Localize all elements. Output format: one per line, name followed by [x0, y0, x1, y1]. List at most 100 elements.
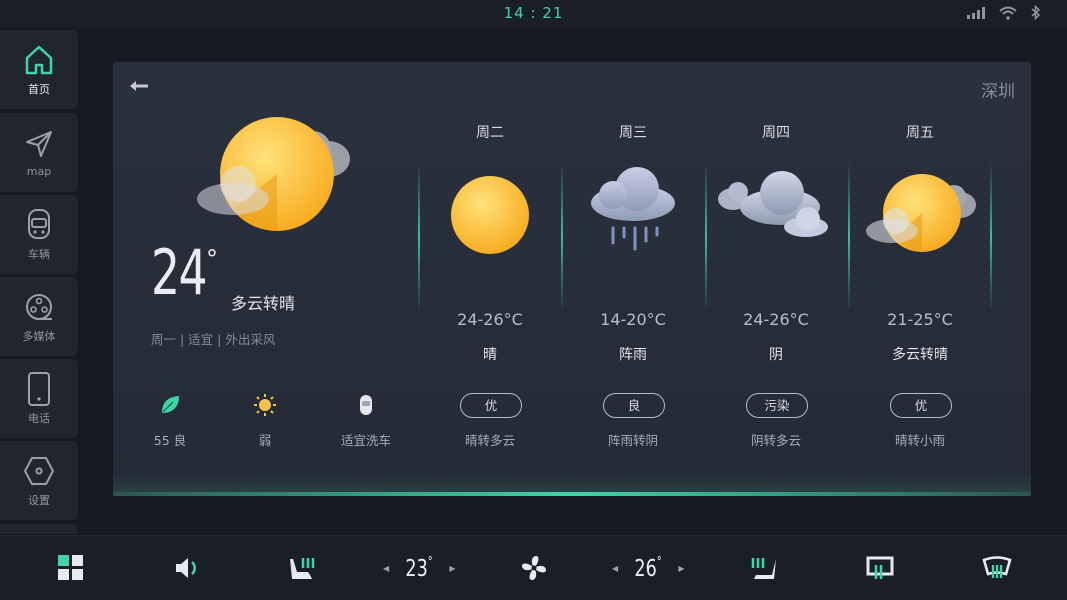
- today-tip: 周一 | 适宜 | 外出采风: [151, 332, 276, 347]
- forecast-condition: 阵雨: [619, 347, 647, 363]
- sidebar-item-label: 首页: [28, 82, 50, 96]
- left-temp-down[interactable]: ◀: [383, 564, 389, 573]
- right-temp-up[interactable]: ▶: [678, 564, 684, 573]
- current-temperature: 24: [151, 236, 208, 309]
- forecast-day-name: 周四: [762, 125, 790, 141]
- weather-panel: 深圳 24 ° 多云转晴 周一 | 适宜 | 外出采风 55 良 弱 适宜洗车 …: [113, 62, 1031, 496]
- phone-icon: [23, 371, 55, 406]
- media-reel-icon: [23, 290, 55, 324]
- car-wash-metric: 适宜洗车: [331, 392, 401, 449]
- city-name[interactable]: 深圳: [981, 77, 1015, 102]
- apps-grid-icon: [58, 555, 83, 580]
- aqi-badge: 污染: [746, 393, 808, 418]
- forecast-next: 阵雨转阴: [607, 433, 658, 448]
- column-divider: [990, 162, 992, 312]
- sidebar-item-label: 车辆: [28, 247, 50, 261]
- sidebar: 首页 map 车辆 多媒体 电话 设置: [0, 30, 78, 535]
- seat-heat-icon: [290, 558, 315, 579]
- column-divider: [705, 162, 707, 312]
- bluetooth-icon: [1031, 5, 1041, 20]
- forecast-next: 阴转多云: [750, 433, 801, 448]
- left-temp-number: 23: [405, 555, 428, 582]
- forecast-temp-range: 14-20°C: [600, 310, 666, 329]
- settings-hexagon-icon: [23, 454, 55, 488]
- back-button[interactable]: [129, 78, 153, 96]
- column-divider: [418, 162, 420, 312]
- forecast-day[interactable]: 周二 24-26°C 晴 优 晴转多云: [430, 62, 550, 496]
- forecast-day[interactable]: 周五 21-25°C 多云转晴 优 晴转小雨: [860, 62, 980, 496]
- forecast-day-name: 周五: [906, 125, 934, 141]
- forecast-day-name: 周二: [476, 125, 504, 141]
- forecast-condition: 晴: [483, 347, 497, 363]
- status-bar: 14 : 21: [0, 0, 1067, 27]
- air-quality-label: 55 良: [153, 433, 187, 448]
- speaker-icon: [176, 558, 196, 578]
- sidebar-item-map[interactable]: map: [0, 113, 78, 192]
- sidebar-item-home[interactable]: 首页: [0, 30, 78, 109]
- sidebar-item-settings[interactable]: 设置: [0, 441, 78, 520]
- forecast-temp-range: 21-25°C: [887, 310, 953, 329]
- rear-defrost-button[interactable]: [866, 552, 894, 584]
- wifi-icon: [999, 6, 1017, 20]
- right-temp-degree: °: [656, 554, 662, 570]
- left-temp-degree: °: [427, 554, 433, 570]
- forecast-next: 晴转多云: [464, 433, 515, 448]
- uv-metric: 弱: [230, 392, 300, 449]
- vehicle-icon: [23, 208, 55, 242]
- front-defrost-icon: [982, 556, 1012, 578]
- forecast-temp-range: 24-26°C: [743, 310, 809, 329]
- forecast-next: 晴转小雨: [894, 433, 945, 448]
- sun-small-icon: [230, 392, 300, 418]
- car-wash-label: 适宜洗车: [340, 433, 391, 448]
- sidebar-item-vehicle[interactable]: 车辆: [0, 195, 78, 274]
- forecast-condition: 阴: [769, 347, 783, 363]
- left-temp-value: 23°: [406, 555, 433, 582]
- rain-icon: [573, 167, 693, 263]
- right-temp-control: ◀ 26° ▶: [612, 552, 685, 584]
- right-temp-down[interactable]: ◀: [612, 564, 618, 573]
- current-condition: 多云转晴: [231, 294, 296, 313]
- rear-defrost-icon: [866, 556, 894, 579]
- car-wash-icon: [331, 392, 401, 418]
- sidebar-item-label: map: [26, 165, 52, 178]
- front-defrost-button[interactable]: [982, 552, 1012, 584]
- seat-heat-icon: [751, 558, 776, 579]
- left-temp-control: ◀ 23° ▶: [383, 552, 456, 584]
- signal-icon: [967, 6, 985, 19]
- sidebar-item-media[interactable]: 多媒体: [0, 277, 78, 356]
- forecast-day[interactable]: 周四 24-26°C 阴 污染 阴转多云: [716, 62, 836, 496]
- navigation-icon: [23, 127, 55, 161]
- sidebar-scroll-stub: [0, 524, 78, 534]
- sidebar-item-label: 设置: [28, 493, 50, 507]
- column-divider: [561, 162, 563, 312]
- left-temp-up[interactable]: ▶: [449, 564, 455, 573]
- forecast-day[interactable]: 周三 14-20°C 阵雨 良 阵雨转阴: [573, 62, 693, 496]
- seat-heat-right-button[interactable]: [750, 552, 778, 584]
- partly-cloudy-icon: [860, 167, 980, 263]
- climate-dock: ◀ 23° ▶ ◀ 26° ▶: [0, 535, 1067, 600]
- sidebar-item-phone[interactable]: 电话: [0, 359, 78, 438]
- forecast-day-name: 周三: [619, 125, 647, 141]
- back-arrow-icon: [130, 81, 148, 91]
- sunny-icon: [430, 167, 550, 263]
- overcast-icon: [716, 167, 836, 263]
- apps-grid-button[interactable]: [58, 552, 84, 584]
- home-icon: [23, 43, 55, 77]
- seat-heat-left-button[interactable]: [288, 552, 316, 584]
- aqi-badge: 良: [603, 393, 665, 418]
- sidebar-item-label: 多媒体: [22, 329, 56, 343]
- fan-icon: [522, 556, 546, 580]
- degree-symbol: °: [206, 245, 218, 273]
- right-temp-number: 26: [634, 555, 657, 582]
- column-divider: [848, 162, 850, 312]
- right-temp-value: 26°: [635, 555, 662, 582]
- leaf-icon: [135, 392, 205, 418]
- air-quality-metric: 55 良: [135, 392, 205, 449]
- clock: 14 : 21: [503, 4, 564, 22]
- sidebar-item-label: 电话: [28, 411, 50, 425]
- forecast-condition: 多云转晴: [892, 347, 948, 363]
- forecast-temp-range: 24-26°C: [457, 310, 523, 329]
- fan-button[interactable]: [520, 552, 548, 584]
- aqi-badge: 优: [890, 393, 952, 418]
- volume-button[interactable]: [174, 552, 202, 584]
